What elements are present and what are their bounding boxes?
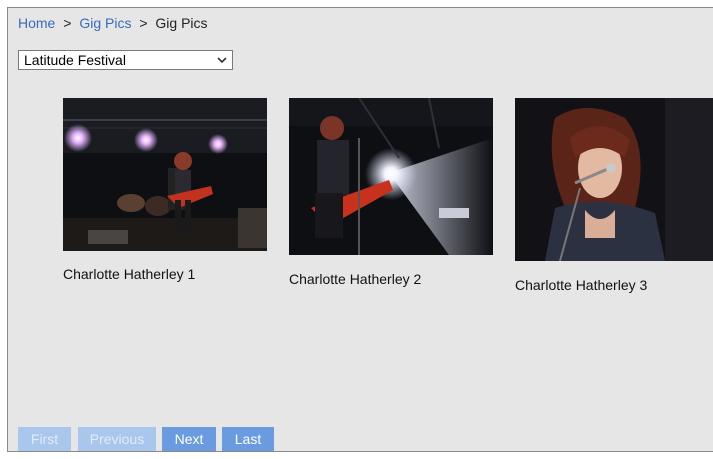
photo-caption-3: Charlotte Hatherley 3 xyxy=(515,277,648,293)
breadcrumb-current: Gig Pics xyxy=(155,15,208,31)
photo-thumbnail-2[interactable] xyxy=(289,98,493,255)
last-page-button[interactable]: Last xyxy=(222,427,274,451)
breadcrumb-separator: > xyxy=(139,15,148,31)
gallery-select-value: Latitude Festival xyxy=(24,52,126,68)
next-page-button[interactable]: Next xyxy=(162,427,216,451)
photo-caption-1: Charlotte Hatherley 1 xyxy=(63,266,196,282)
concert-photo-image xyxy=(515,98,713,261)
breadcrumb-home-link[interactable]: Home xyxy=(18,15,55,31)
previous-page-button[interactable]: Previous xyxy=(78,427,156,451)
breadcrumb: Home > Gig Pics > Gig Pics xyxy=(18,15,208,31)
first-page-button[interactable]: First xyxy=(18,427,71,451)
photo-caption-2: Charlotte Hatherley 2 xyxy=(289,271,422,287)
photo-thumbnail-3[interactable] xyxy=(515,98,713,261)
chevron-down-icon xyxy=(217,57,227,64)
breadcrumb-section-link[interactable]: Gig Pics xyxy=(79,15,131,31)
gallery-select[interactable]: Latitude Festival xyxy=(18,50,233,70)
gallery-panel: Home > Gig Pics > Gig Pics Latitude Fest… xyxy=(7,7,713,452)
photo-thumbnail-1[interactable] xyxy=(63,98,267,251)
concert-photo-image xyxy=(63,98,267,251)
breadcrumb-separator: > xyxy=(63,15,72,31)
concert-photo-image xyxy=(289,98,493,255)
